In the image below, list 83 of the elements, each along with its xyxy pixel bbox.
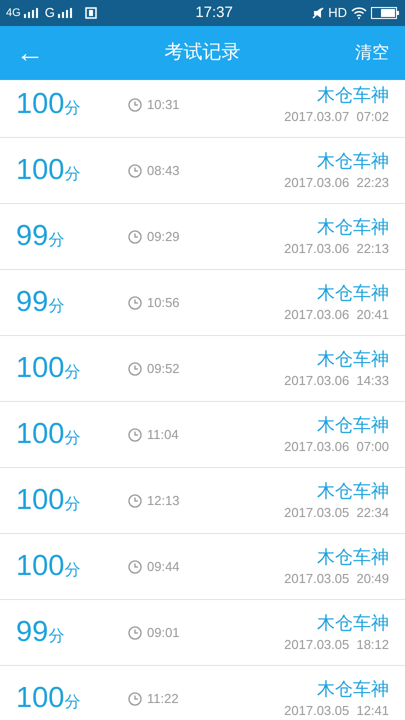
duration-text: 08:43 bbox=[147, 162, 180, 180]
record-date: 2017.03.05 18:12 bbox=[284, 637, 389, 652]
clock-icon bbox=[128, 362, 142, 376]
user-name: 木仓车神 bbox=[317, 283, 389, 303]
clock-icon bbox=[128, 164, 142, 178]
record-row[interactable]: 99分 10:56 木仓车神 2017.03.06 20:41 bbox=[0, 270, 405, 336]
duration-text: 10:31 bbox=[147, 96, 180, 114]
user-name: 木仓车神 bbox=[317, 85, 389, 105]
score-value: 100 bbox=[16, 152, 64, 188]
score-value: 100 bbox=[16, 548, 64, 584]
record-date: 2017.03.06 20:41 bbox=[284, 307, 389, 322]
record-row[interactable]: 100分 10:31 木仓车神 2017.03.07 07:02 bbox=[0, 80, 405, 138]
clock-icon bbox=[128, 692, 142, 706]
hd-label: HD bbox=[328, 4, 347, 22]
score-unit: 分 bbox=[64, 494, 80, 515]
duration-text: 12:13 bbox=[147, 492, 180, 510]
score-unit: 分 bbox=[64, 164, 80, 185]
record-row[interactable]: 99分 09:01 木仓车神 2017.03.05 18:12 bbox=[0, 600, 405, 666]
user-name: 木仓车神 bbox=[317, 217, 389, 237]
clock-icon bbox=[128, 98, 142, 112]
clock-icon bbox=[128, 560, 142, 574]
score-value: 100 bbox=[16, 680, 64, 716]
record-row[interactable]: 100分 12:13 木仓车神 2017.03.05 22:34 bbox=[0, 468, 405, 534]
score-value: 99 bbox=[16, 284, 48, 320]
back-button[interactable]: ← bbox=[16, 39, 76, 67]
record-date: 2017.03.05 12:41 bbox=[284, 703, 389, 718]
record-date: 2017.03.06 22:23 bbox=[284, 175, 389, 190]
signal-icon bbox=[24, 8, 38, 18]
record-row[interactable]: 100分 08:43 木仓车神 2017.03.06 22:23 bbox=[0, 138, 405, 204]
record-date: 2017.03.06 22:13 bbox=[284, 241, 389, 256]
score-unit: 分 bbox=[64, 98, 80, 119]
record-row[interactable]: 100分 11:04 木仓车神 2017.03.06 07:00 bbox=[0, 402, 405, 468]
score-unit: 分 bbox=[48, 230, 64, 251]
signal-icon bbox=[58, 8, 72, 18]
duration-text: 10:56 bbox=[147, 294, 180, 312]
clock-icon bbox=[128, 626, 142, 640]
record-row[interactable]: 100分 11:22 木仓车神 2017.03.05 12:41 bbox=[0, 666, 405, 720]
record-date: 2017.03.06 07:00 bbox=[284, 439, 389, 454]
duration-text: 11:22 bbox=[147, 690, 179, 708]
duration-text: 11:04 bbox=[147, 426, 179, 444]
notification-icon bbox=[84, 7, 97, 19]
record-date: 2017.03.05 22:34 bbox=[284, 505, 389, 520]
score-value: 100 bbox=[16, 86, 64, 122]
record-date: 2017.03.06 14:33 bbox=[284, 373, 389, 388]
user-name: 木仓车神 bbox=[317, 415, 389, 435]
record-date: 2017.03.05 20:49 bbox=[284, 571, 389, 586]
score-unit: 分 bbox=[48, 296, 64, 317]
network-label: G bbox=[44, 4, 55, 22]
clock-icon bbox=[128, 494, 142, 508]
score-value: 100 bbox=[16, 350, 64, 386]
score-unit: 分 bbox=[64, 692, 80, 713]
wifi-icon bbox=[351, 7, 367, 19]
score-value: 100 bbox=[16, 416, 64, 452]
user-name: 木仓车神 bbox=[317, 613, 389, 633]
clock-time: 17:37 bbox=[194, 2, 234, 23]
clear-button[interactable]: 清空 bbox=[329, 40, 389, 66]
record-row[interactable]: 100分 09:44 木仓车神 2017.03.05 20:49 bbox=[0, 534, 405, 600]
user-name: 木仓车神 bbox=[317, 481, 389, 501]
page-title: 考试记录 bbox=[164, 40, 242, 65]
battery-icon bbox=[371, 7, 399, 19]
score-value: 99 bbox=[16, 614, 48, 650]
score-unit: 分 bbox=[64, 428, 80, 449]
user-name: 木仓车神 bbox=[317, 151, 389, 171]
score-value: 100 bbox=[16, 482, 64, 518]
network-label: 4G bbox=[6, 6, 21, 21]
mute-icon bbox=[312, 7, 324, 19]
duration-text: 09:01 bbox=[147, 624, 180, 642]
user-name: 木仓车神 bbox=[317, 349, 389, 369]
user-name: 木仓车神 bbox=[317, 547, 389, 567]
duration-text: 09:52 bbox=[147, 360, 180, 378]
duration-text: 09:29 bbox=[147, 228, 180, 246]
score-value: 99 bbox=[16, 218, 48, 254]
score-unit: 分 bbox=[64, 362, 80, 383]
score-unit: 分 bbox=[48, 626, 64, 647]
score-unit: 分 bbox=[64, 560, 80, 581]
user-name: 木仓车神 bbox=[317, 679, 389, 699]
clock-icon bbox=[128, 428, 142, 442]
record-row[interactable]: 100分 09:52 木仓车神 2017.03.06 14:33 bbox=[0, 336, 405, 402]
record-row[interactable]: 99分 09:29 木仓车神 2017.03.06 22:13 bbox=[0, 204, 405, 270]
duration-text: 09:44 bbox=[147, 558, 180, 576]
record-date: 2017.03.07 07:02 bbox=[284, 109, 389, 124]
clock-icon bbox=[128, 230, 142, 244]
clock-icon bbox=[128, 296, 142, 310]
